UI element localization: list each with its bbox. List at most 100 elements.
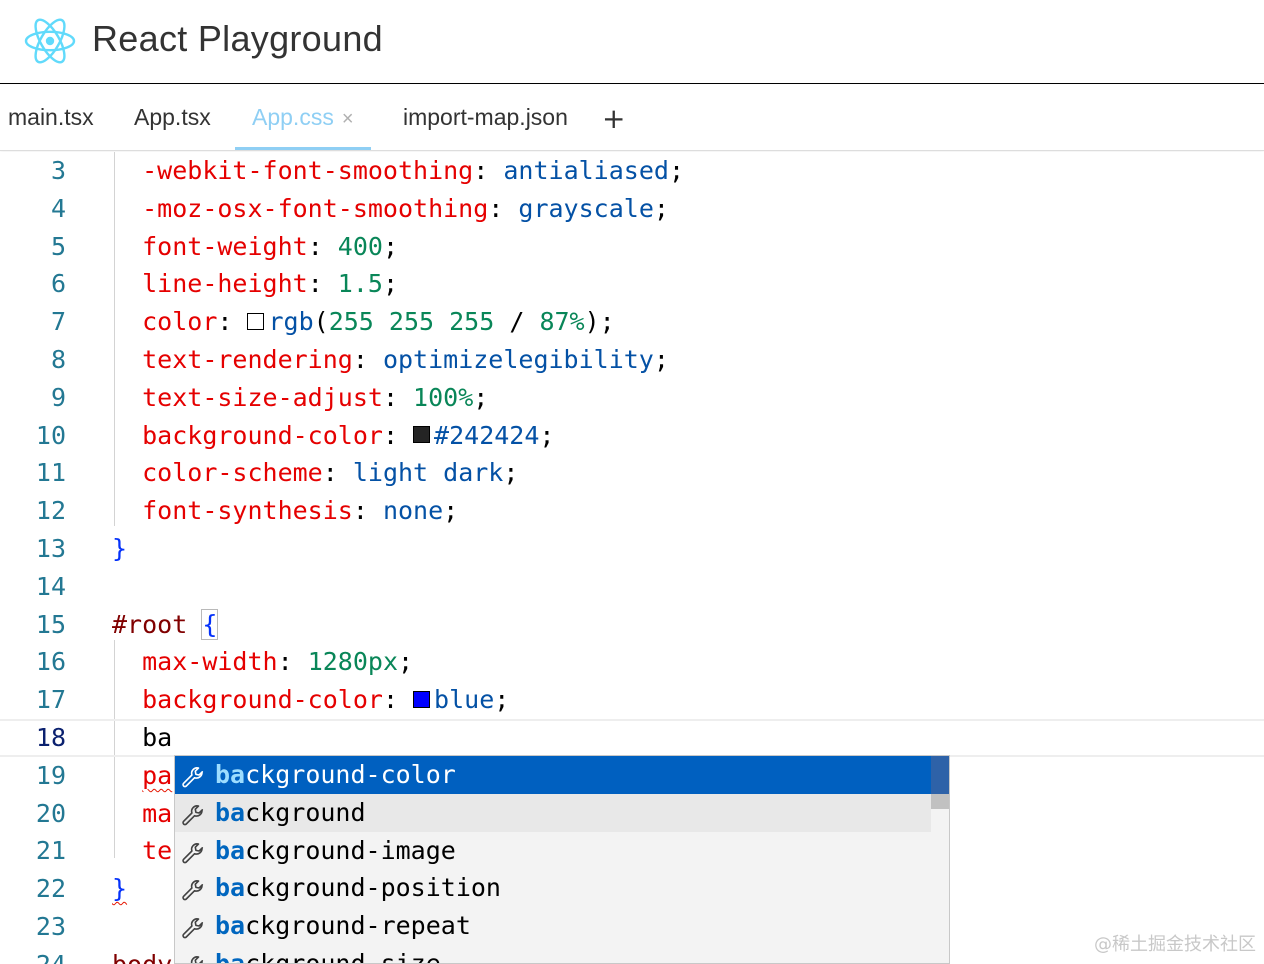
code-line[interactable]: 8 text-rendering: optimizelegibility; [0, 341, 1264, 379]
suggestion-item[interactable]: background-image [175, 832, 931, 870]
line-number: 20 [35, 798, 66, 828]
line-number: 16 [35, 647, 66, 677]
tab-main-tsx[interactable]: main.tsx [8, 85, 94, 150]
line-number: 17 [35, 685, 66, 715]
scroll-thumb[interactable] [931, 756, 949, 794]
code-line[interactable]: 7 color: rgb(255 255 255 / 87%); [0, 303, 1264, 341]
code-token: ; [382, 231, 399, 261]
suggest-scrollbar[interactable] [931, 756, 949, 963]
code-token: / [494, 307, 540, 337]
code-token: } [112, 874, 128, 904]
wrench-icon [181, 763, 205, 788]
suggestion-label: background [215, 797, 366, 827]
code-token: -moz-osx-font-smoothing [142, 193, 489, 223]
add-tab-button[interactable]: + [602, 85, 625, 150]
color-swatch[interactable] [413, 690, 431, 708]
code-text: text-size-adjust: 100%; [112, 379, 488, 417]
code-token: ; [398, 647, 414, 677]
code-token: : [382, 420, 414, 450]
line-number: 8 [50, 345, 66, 374]
code-token: pa [142, 760, 173, 790]
line-number: 12 [35, 496, 66, 526]
line-number: 3 [50, 156, 66, 185]
line-number: 4 [50, 193, 66, 223]
code-line[interactable]: 6 line-height: 1.5; [0, 265, 1264, 303]
line-number: 15 [35, 609, 66, 639]
code-token: ma [142, 798, 173, 828]
suggestion-item[interactable]: background [175, 793, 931, 832]
code-line[interactable]: 16 max-width: 1280px; [0, 643, 1264, 681]
code-text: -moz-osx-font-smoothing: grayscale; [112, 190, 669, 228]
suggestion-item[interactable]: background-position [175, 869, 931, 907]
code-line[interactable]: 9 text-size-adjust: 100%; [0, 379, 1264, 417]
suggestion-label: background-image [215, 835, 456, 865]
code-token: color [142, 307, 218, 337]
code-line[interactable]: 11 color-scheme: light dark; [0, 454, 1264, 492]
suggestion-item[interactable]: background-color [175, 756, 931, 794]
tab-app-css[interactable]: App.css × [235, 85, 371, 150]
code-line[interactable]: 17 background-color: blue; [0, 681, 1264, 719]
line-number: 5 [50, 231, 66, 261]
line-number: 9 [50, 382, 66, 412]
code-token: { [201, 608, 219, 640]
line-number: 19 [35, 760, 66, 790]
autocomplete-suggest-widget[interactable]: background-size background-repeat backgrou… [174, 755, 950, 964]
suggestion-label: background-size [215, 949, 441, 964]
code-token: ; [653, 345, 669, 374]
code-token: : [307, 269, 338, 299]
line-number: 21 [35, 836, 66, 866]
line-number: 22 [35, 874, 66, 904]
suggestion-item[interactable]: background-size [175, 945, 931, 964]
code-token: : [352, 345, 383, 374]
code-text: } [112, 870, 127, 908]
color-swatch[interactable] [413, 426, 431, 444]
wrench-icon [181, 876, 205, 901]
code-line[interactable]: 14 [0, 568, 1264, 606]
code-token: text-rendering [142, 345, 353, 374]
app-header: React Playground [0, 0, 1264, 84]
code-line[interactable]: 12 font-synthesis: none; [0, 492, 1264, 530]
code-token: text-size-adjust [142, 382, 383, 412]
code-token: ; [494, 685, 510, 715]
code-token: : [217, 307, 248, 337]
code-line[interactable]: 13} [0, 530, 1264, 568]
tab-label: main.tsx [8, 104, 94, 130]
code-token: : [352, 496, 383, 526]
code-token: max-width [142, 647, 278, 677]
code-token: ); [584, 307, 615, 337]
line-number: 10 [35, 420, 66, 450]
code-line[interactable]: 15 #root { [0, 606, 1264, 644]
code-token: te [142, 836, 173, 866]
code-token: antialiased [503, 156, 669, 185]
code-line[interactable]: 10 background-color: #242424; [0, 417, 1264, 455]
line-number: 24 [0, 946, 66, 964]
code-line[interactable]: 5 font-weight: 400; [0, 228, 1264, 266]
code-text: body [112, 946, 172, 964]
code-token: optimizelegibility [382, 345, 654, 374]
tab-import-map-json[interactable]: import-map.json [403, 85, 568, 150]
watermark: @稀土掘金技术社区 [1094, 934, 1256, 955]
app-title: React Playground [92, 18, 383, 59]
suggestion-item[interactable]: background-repeat [175, 907, 931, 945]
code-text: ma [112, 795, 172, 833]
code-text: color: rgb(255 255 255 / 87%); [112, 303, 615, 341]
code-token: grayscale [518, 193, 654, 223]
code-token: color-scheme [142, 458, 323, 488]
code-token: 400 [337, 231, 383, 261]
color-swatch[interactable] [247, 312, 265, 330]
scroll-thumb[interactable] [931, 794, 949, 809]
code-text: line-height: 1.5; [112, 265, 398, 303]
code-text: font-synthesis: none; [112, 492, 458, 530]
tab-app-tsx[interactable]: App.tsx [134, 85, 211, 150]
close-icon[interactable]: × [342, 108, 354, 130]
code-line[interactable]: 3 -webkit-font-smoothing: antialiased; [0, 152, 1264, 190]
code-text: te [112, 832, 172, 870]
line-number: 7 [50, 307, 66, 337]
code-token: -webkit-font-smoothing [142, 156, 474, 185]
code-token: line-height [142, 269, 308, 299]
line-number: 18 [35, 723, 66, 752]
code-line[interactable]: 4 -moz-osx-font-smoothing: grayscale; [0, 190, 1264, 228]
file-tabs: main.tsx App.tsx App.css × import-map.jso… [0, 85, 1264, 151]
code-token: : [307, 231, 338, 261]
code-line[interactable]: 18 ba [0, 719, 1264, 757]
